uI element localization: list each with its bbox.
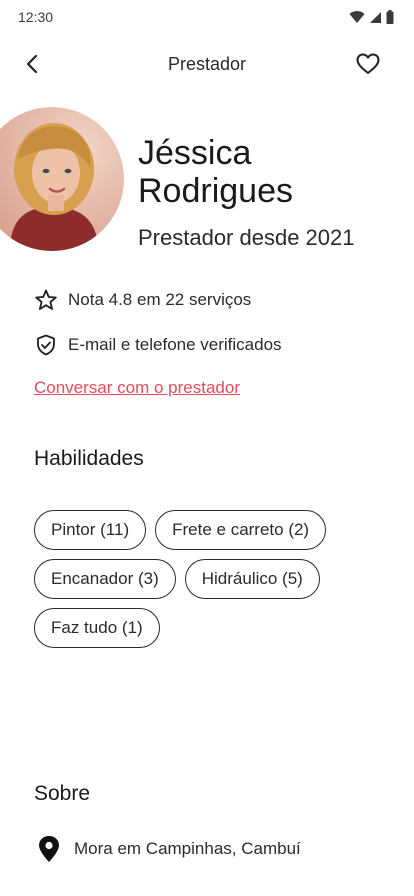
page-title: Prestador — [167, 54, 247, 74]
skill-chip[interactable]: Encanador (3) — [34, 559, 176, 599]
rating-row: Nota 4.8 em 22 serviços — [34, 287, 251, 313]
verified-row: E-mail e telefone verificados — [34, 332, 282, 358]
skill-chip[interactable]: Faz tudo (1) — [34, 608, 160, 648]
location-pin-icon — [39, 836, 59, 862]
status-time: 12:30 — [18, 9, 54, 25]
skill-chip[interactable]: Frete e carreto (2) — [155, 510, 327, 550]
provider-since: Prestador desde 2021 — [138, 225, 355, 250]
shield-check-icon — [37, 334, 55, 356]
location-text: Mora em Campinhas, Cambuí — [74, 839, 301, 858]
avatar — [0, 107, 124, 251]
about-title: Sobre — [34, 782, 91, 805]
skills-title: Habilidades — [34, 447, 144, 470]
provider-first-name: Jéssica — [138, 134, 252, 172]
star-icon — [35, 289, 57, 310]
wifi-icon — [349, 10, 365, 23]
skill-chip[interactable]: Pintor (11) — [34, 510, 147, 550]
app-bar: Prestador — [0, 42, 414, 86]
status-icons — [349, 10, 394, 24]
battery-icon — [386, 10, 394, 24]
heart-icon — [356, 53, 380, 74]
chat-with-provider-link[interactable]: Conversar com o prestador — [34, 378, 240, 398]
signal-icon — [370, 11, 381, 23]
favorite-button[interactable] — [354, 50, 382, 78]
verified-text: E-mail e telefone verificados — [68, 335, 282, 354]
rating-text: Nota 4.8 em 22 serviços — [68, 290, 252, 309]
skills-chip-list: Pintor (11) Frete e carreto (2) Encanado… — [34, 510, 354, 648]
location-row: Mora em Campinhas, Cambuí — [38, 835, 301, 863]
provider-last-name: Rodrigues — [138, 172, 293, 210]
provider-name: Jéssica Rodrigues — [138, 134, 293, 210]
status-bar: 12:30 — [0, 0, 414, 34]
skill-chip[interactable]: Hidráulico (5) — [184, 559, 320, 599]
